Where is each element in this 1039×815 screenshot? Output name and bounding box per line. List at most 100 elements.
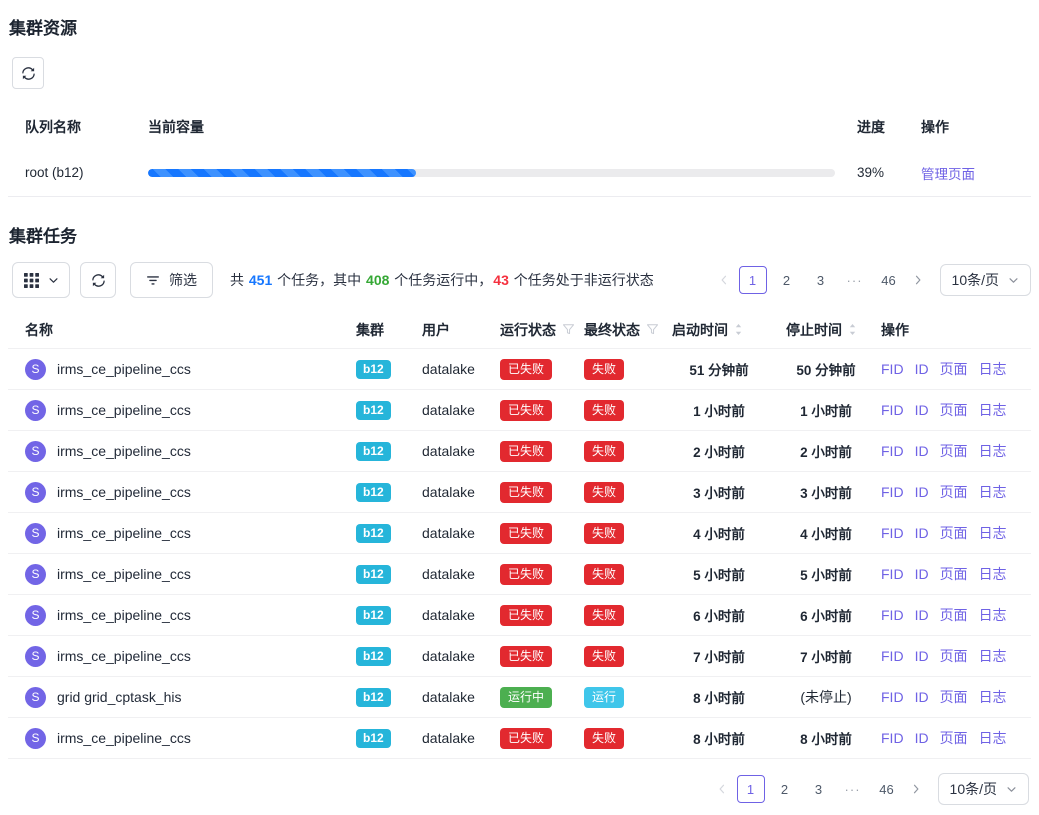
final-status-cell: 失败 [578, 441, 662, 462]
row-actions: FID ID 页面日志 [876, 564, 1031, 584]
action-link-日志[interactable]: 日志 [979, 646, 1007, 666]
funnel-filter-icon[interactable] [562, 323, 575, 336]
action-link-页面[interactable]: 页面 [940, 605, 968, 625]
action-link-页面[interactable]: 页面 [940, 564, 968, 584]
action-link-页面[interactable]: 页面 [940, 523, 968, 543]
action-link-ID[interactable]: ID [915, 443, 929, 459]
chevron-left-icon [718, 274, 730, 286]
action-link-日志[interactable]: 日志 [979, 728, 1007, 748]
action-link-日志[interactable]: 日志 [979, 564, 1007, 584]
action-link-FID[interactable]: FID [881, 361, 904, 377]
action-link-页面[interactable]: 页面 [940, 646, 968, 666]
pagination-next-button[interactable] [904, 775, 928, 803]
action-link-ID[interactable]: ID [915, 402, 929, 418]
action-link-ID[interactable]: ID [915, 484, 929, 500]
column-header-0: 名称 [8, 320, 356, 340]
action-link-页面[interactable]: 页面 [940, 687, 968, 707]
action-link-页面[interactable]: 页面 [940, 482, 968, 502]
action-link-FID[interactable]: FID [881, 443, 904, 459]
pagination-page-3[interactable]: 3 [807, 266, 835, 294]
pagination-prev-button[interactable] [712, 266, 736, 294]
action-link-页面[interactable]: 页面 [940, 400, 968, 420]
action-link-ID[interactable]: ID [915, 525, 929, 541]
action-link-ID[interactable]: ID [915, 689, 929, 705]
queue-name: root (b12) [25, 165, 148, 180]
column-header-3[interactable]: 运行状态 [494, 320, 578, 340]
task-avatar: S [25, 728, 46, 749]
user-cell: datalake [422, 607, 494, 623]
cluster-badge: b12 [356, 360, 391, 379]
filter-icon [146, 273, 160, 287]
task-name: irms_ce_pipeline_ccs [57, 566, 191, 582]
pagination-page-2[interactable]: 2 [773, 266, 801, 294]
column-header-4[interactable]: 最终状态 [578, 320, 662, 340]
task-name-cell: Sirms_ce_pipeline_ccs [8, 523, 356, 544]
funnel-filter-icon[interactable] [646, 323, 659, 336]
nonrunning-task-count: 43 [492, 272, 510, 288]
column-header-5[interactable]: 启动时间 [662, 320, 776, 340]
action-link-FID[interactable]: FID [881, 402, 904, 418]
pagination-page-46[interactable]: 46 [875, 266, 903, 294]
final-status-cell: 失败 [578, 646, 662, 667]
filter-button[interactable]: 筛选 [130, 262, 213, 298]
stop-time: 8 小时前 [800, 728, 852, 748]
sort-carets-icon[interactable] [734, 323, 743, 336]
task-avatar: S [25, 605, 46, 626]
sort-carets-icon[interactable] [848, 323, 857, 336]
action-link-日志[interactable]: 日志 [979, 687, 1007, 707]
action-link-页面[interactable]: 页面 [940, 359, 968, 379]
stop-time-cell: 5 小时前 [776, 564, 876, 584]
pagination-page-1[interactable]: 1 [737, 775, 765, 803]
cluster-page: 集群资源 队列名称 当前容量 进度 操作 root (b12) 39% 管理页面… [0, 0, 1039, 815]
user-cell: datalake [422, 361, 494, 377]
action-link-ID[interactable]: ID [915, 361, 929, 377]
action-link-FID[interactable]: FID [881, 607, 904, 623]
start-time: 8 小时前 [693, 728, 745, 748]
pagination-page-2[interactable]: 2 [771, 775, 799, 803]
action-link-FID[interactable]: FID [881, 484, 904, 500]
manage-page-link[interactable]: 管理页面 [921, 167, 975, 182]
action-link-FID[interactable]: FID [881, 525, 904, 541]
capacity-header: 当前容量 [148, 117, 857, 137]
pagination-top: 123···4610条/页 [712, 264, 1031, 296]
action-link-日志[interactable]: 日志 [979, 359, 1007, 379]
action-link-日志[interactable]: 日志 [979, 400, 1007, 420]
column-header-6[interactable]: 停止时间 [776, 320, 876, 340]
action-link-ID[interactable]: ID [915, 607, 929, 623]
action-link-ID[interactable]: ID [915, 648, 929, 664]
pagination-prev-button[interactable] [710, 775, 734, 803]
action-link-页面[interactable]: 页面 [940, 441, 968, 461]
layout-dropdown-button[interactable] [12, 262, 70, 298]
pagination-next-button[interactable] [906, 266, 930, 294]
page-size-select[interactable]: 10条/页 [938, 773, 1029, 805]
task-row: Sirms_ce_pipeline_ccsb12datalake已失败失败8 小… [8, 718, 1031, 759]
pagination-page-1[interactable]: 1 [739, 266, 767, 294]
action-link-FID[interactable]: FID [881, 689, 904, 705]
run-status-cell: 已失败 [494, 441, 578, 462]
start-time-cell: 7 小时前 [662, 646, 776, 666]
page-size-select[interactable]: 10条/页 [940, 264, 1031, 296]
task-row: Sirms_ce_pipeline_ccsb12datalake已失败失败3 小… [8, 472, 1031, 513]
action-link-FID[interactable]: FID [881, 730, 904, 746]
action-link-日志[interactable]: 日志 [979, 605, 1007, 625]
action-link-ID[interactable]: ID [915, 566, 929, 582]
action-link-FID[interactable]: FID [881, 648, 904, 664]
pagination-page-46[interactable]: 46 [873, 775, 901, 803]
action-link-FID[interactable]: FID [881, 566, 904, 582]
final-status-cell: 失败 [578, 564, 662, 585]
refresh-tasks-button[interactable] [80, 262, 116, 298]
task-avatar: S [25, 482, 46, 503]
refresh-resources-button[interactable] [12, 57, 44, 89]
action-link-日志[interactable]: 日志 [979, 441, 1007, 461]
action-link-日志[interactable]: 日志 [979, 482, 1007, 502]
action-link-ID[interactable]: ID [915, 730, 929, 746]
action-link-日志[interactable]: 日志 [979, 523, 1007, 543]
chevron-down-icon [48, 275, 59, 286]
stop-time-cell: 4 小时前 [776, 523, 876, 543]
start-time: 3 小时前 [693, 482, 745, 502]
start-time: 7 小时前 [693, 646, 745, 666]
action-link-页面[interactable]: 页面 [940, 728, 968, 748]
task-name-cell: Sirms_ce_pipeline_ccs [8, 646, 356, 667]
pagination-page-3[interactable]: 3 [805, 775, 833, 803]
row-actions: FID ID 页面日志 [876, 441, 1031, 461]
